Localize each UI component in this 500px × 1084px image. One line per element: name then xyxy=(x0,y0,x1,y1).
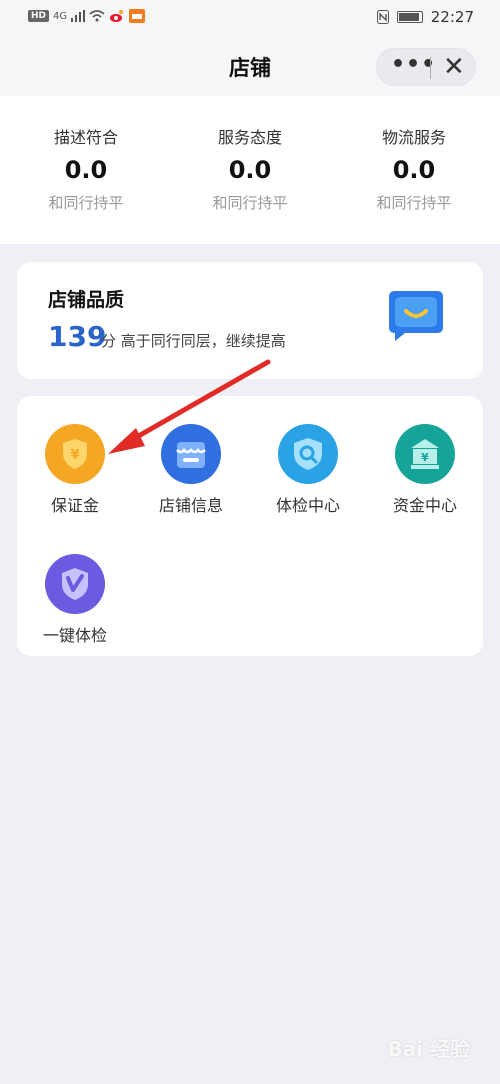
wifi-icon xyxy=(89,10,105,22)
search-shield-icon xyxy=(278,424,338,484)
nfc-icon xyxy=(376,10,389,24)
watermark-text: Bai 经验 xyxy=(387,1037,470,1061)
rating-label: 描述符合 xyxy=(53,128,118,147)
rating-value: 0.0 xyxy=(64,156,108,184)
rating-comparison: 和同行持平 xyxy=(376,194,452,212)
service-label: 一键体检 xyxy=(42,626,107,645)
service-one-click-check[interactable]: 一键体检 xyxy=(17,554,133,646)
capsule-divider xyxy=(430,57,431,79)
quality-title: 店铺品质 xyxy=(48,289,125,311)
services-card: ¥ 保证金 店铺信息 体检中心 ¥ 资金中心 一键体检 xyxy=(17,396,483,656)
check-shield-icon xyxy=(45,554,105,614)
rating-comparison: 和同行持平 xyxy=(212,194,288,212)
hd-badge: HD xyxy=(28,10,50,22)
rating-comparison: 和同行持平 xyxy=(48,194,124,212)
service-label: 体检中心 xyxy=(275,496,340,515)
service-funds-center[interactable]: ¥ 资金中心 xyxy=(367,424,483,516)
close-button[interactable]: ✕ xyxy=(443,52,465,82)
bank-icon: ¥ xyxy=(395,424,455,484)
rating-description: 描述符合 0.0 和同行持平 xyxy=(16,124,156,213)
status-right: 22:27 xyxy=(376,8,474,26)
rating-service: 服务态度 0.0 和同行持平 xyxy=(180,124,320,213)
nav-header: 店铺 ••• ✕ xyxy=(0,36,500,96)
rating-label: 物流服务 xyxy=(381,128,446,147)
service-label: 店铺信息 xyxy=(158,496,223,515)
quality-description: 分 高于同行同层，继续提高 xyxy=(101,332,286,350)
service-store-info[interactable]: 店铺信息 xyxy=(133,424,249,516)
signal-icon xyxy=(71,10,86,22)
app-notification-icon xyxy=(129,9,146,23)
ratings-panel: 描述符合 0.0 和同行持平 服务态度 0.0 和同行持平 物流服务 0.0 和… xyxy=(0,96,500,244)
svg-text:¥: ¥ xyxy=(70,448,79,463)
rating-value: 0.0 xyxy=(228,156,272,184)
chat-bubble-icon xyxy=(389,291,443,341)
service-label: 保证金 xyxy=(50,496,99,515)
rating-logistics: 物流服务 0.0 和同行持平 xyxy=(344,124,484,213)
service-deposit[interactable]: ¥ 保证金 xyxy=(17,424,133,516)
status-time: 22:27 xyxy=(430,8,474,26)
weibo-icon xyxy=(110,10,124,22)
rating-value: 0.0 xyxy=(392,156,436,184)
service-label: 资金中心 xyxy=(392,496,457,515)
battery-icon xyxy=(396,11,423,23)
network-badge: 4G xyxy=(53,10,68,22)
svg-text:¥: ¥ xyxy=(421,451,429,464)
mini-program-capsule: ••• ✕ xyxy=(376,48,476,86)
status-left: HD 4G xyxy=(28,9,146,23)
store-icon xyxy=(161,424,221,484)
quality-score: 139 xyxy=(48,320,107,353)
rating-label: 服务态度 xyxy=(217,128,282,147)
shield-yuan-icon: ¥ xyxy=(45,424,105,484)
service-health-center[interactable]: 体检中心 xyxy=(250,424,366,516)
store-quality-card[interactable]: 店铺品质 139 分 高于同行同层，继续提高 xyxy=(17,262,483,379)
status-bar: HD 4G 22:27 xyxy=(0,0,500,36)
